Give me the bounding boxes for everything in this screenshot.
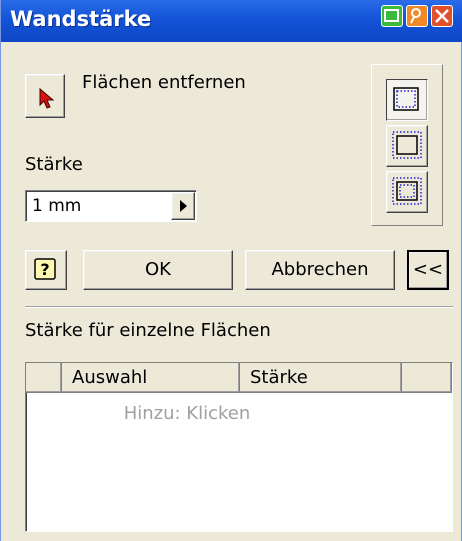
thickness-value: 1 mm: [32, 196, 82, 216]
both-directions-icon: [392, 177, 422, 205]
ok-button[interactable]: OK: [83, 250, 233, 290]
title-bar[interactable]: Wandstärke: [1, 0, 462, 42]
faces-table[interactable]: Auswahl Stärke Hinzu: Klicken: [25, 362, 453, 532]
minimize-icon: [384, 9, 399, 22]
select-faces-label: Flächen entfernen: [82, 72, 246, 93]
restore-button[interactable]: [406, 5, 428, 27]
table-header-thickness[interactable]: Stärke: [240, 363, 402, 393]
window-title: Wandstärke: [10, 7, 152, 31]
thickness-column-label: Stärke: [250, 367, 308, 388]
individual-faces-title: Stärke für einzelne Flächen: [25, 320, 271, 341]
inside-direction-icon: [393, 87, 419, 111]
wall-thickness-dialog: Wandstärke Flächen entfernen Stärke 1 mm…: [0, 0, 462, 541]
collapse-button[interactable]: <<: [407, 250, 449, 290]
selection-column-label: Auswahl: [72, 367, 148, 388]
direction-inside-button[interactable]: [386, 79, 428, 121]
question-icon: ?: [34, 258, 56, 280]
direction-outside-button[interactable]: [386, 125, 428, 167]
add-click-placeholder[interactable]: Hinzu: Klicken: [62, 403, 312, 424]
direction-group: [371, 64, 443, 226]
restore-icon: [410, 8, 421, 24]
triangle-right-icon: [180, 200, 187, 212]
help-button[interactable]: ?: [25, 250, 67, 290]
svg-text:?: ?: [40, 260, 49, 279]
close-icon: [435, 9, 449, 23]
select-faces-button[interactable]: [25, 74, 65, 118]
table-header-extra[interactable]: [402, 363, 452, 393]
table-header-selection[interactable]: Auswahl: [62, 363, 240, 393]
arrow-pointer-icon: [39, 87, 55, 109]
divider: [25, 306, 453, 308]
collapse-button-label: <<: [412, 259, 444, 280]
close-button[interactable]: [431, 5, 453, 27]
minimize-button[interactable]: [381, 5, 403, 27]
table-header-index[interactable]: [26, 363, 62, 393]
ok-button-label: OK: [145, 259, 171, 280]
cancel-button-label: Abbrechen: [271, 259, 369, 280]
outside-direction-icon: [392, 131, 422, 159]
thickness-input[interactable]: 1 mm: [25, 190, 197, 222]
cancel-button[interactable]: Abbrechen: [245, 250, 395, 290]
thickness-arrow-button[interactable]: [171, 192, 195, 220]
direction-both-button[interactable]: [386, 171, 428, 213]
thickness-label: Stärke: [25, 154, 83, 175]
